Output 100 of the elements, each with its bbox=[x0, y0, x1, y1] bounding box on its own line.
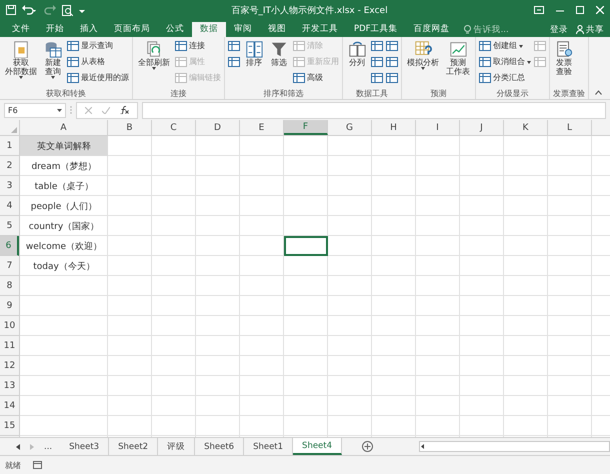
ribbon-button[interactable]: 取消组合 bbox=[479, 55, 531, 69]
table-tool-icon[interactable] bbox=[371, 57, 383, 67]
column-header[interactable]: I bbox=[416, 120, 460, 135]
row-header[interactable]: 1 bbox=[0, 136, 19, 156]
group-label: 预测 bbox=[430, 88, 448, 99]
column-header[interactable]: B bbox=[108, 120, 152, 135]
row-header[interactable]: 9 bbox=[0, 296, 19, 316]
formula-field[interactable] bbox=[142, 102, 606, 118]
row-header[interactable]: 3 bbox=[0, 176, 19, 196]
sheet-tab[interactable]: Sheet4 bbox=[293, 438, 342, 455]
column-header[interactable]: J bbox=[460, 120, 504, 135]
row-header[interactable]: 4 bbox=[0, 196, 19, 216]
table-icon bbox=[175, 73, 187, 83]
table-icon bbox=[293, 41, 305, 51]
tell-me-field[interactable]: 告诉我... bbox=[464, 22, 550, 37]
window-title: 百家号_IT小人物示例文件.xlsx - Excel bbox=[230, 4, 389, 16]
ribbon-button[interactable]: 发票 查验 bbox=[553, 39, 575, 88]
ribbon-button[interactable]: 全部刷新 bbox=[136, 39, 172, 88]
add-sheet-icon[interactable] bbox=[362, 441, 374, 452]
ribbon-button[interactable]: 筛选 bbox=[268, 39, 290, 88]
ribbon-button[interactable]: 创建组 bbox=[479, 39, 531, 53]
table-icon bbox=[67, 73, 79, 83]
table-tool-icon[interactable] bbox=[386, 41, 398, 51]
table-tool-icon[interactable] bbox=[228, 41, 240, 51]
sign-in-link[interactable]: 登录 bbox=[550, 24, 568, 36]
table-cell-text: country（国家） bbox=[28, 220, 100, 234]
ribbon-button[interactable]: 模拟分析 bbox=[405, 39, 441, 88]
table-tool-icon[interactable] bbox=[386, 73, 398, 83]
more-sheets-button[interactable]: ... bbox=[44, 442, 52, 452]
funnel-icon bbox=[270, 40, 288, 58]
table-tool-icon[interactable] bbox=[371, 73, 383, 83]
name-box[interactable]: F6 bbox=[4, 102, 66, 118]
ribbon-tab[interactable]: 插入 bbox=[72, 22, 106, 37]
ribbon-button[interactable]: 从表格 bbox=[67, 55, 129, 69]
save-icon[interactable] bbox=[6, 5, 16, 15]
ribbon-button[interactable]: 排序 bbox=[243, 39, 265, 88]
row-header[interactable]: 12 bbox=[0, 356, 19, 376]
ribbon-button[interactable]: 分类汇总 bbox=[479, 71, 531, 85]
undo-icon[interactable] bbox=[22, 5, 36, 15]
row-header[interactable]: 11 bbox=[0, 336, 19, 356]
group-label: 排序和筛选 bbox=[262, 88, 304, 99]
ribbon-tab[interactable]: 数据 bbox=[192, 22, 226, 37]
row-header[interactable]: 10 bbox=[0, 316, 19, 336]
row-header[interactable]: 8 bbox=[0, 276, 19, 296]
ribbon-button[interactable]: 新建 查询 bbox=[42, 39, 64, 88]
scroll-left-icon[interactable] bbox=[16, 444, 20, 450]
column-header[interactable]: C bbox=[152, 120, 196, 135]
row-header[interactable]: 13 bbox=[0, 376, 19, 396]
horizontal-scrollbar[interactable] bbox=[419, 441, 610, 452]
ribbon-tab[interactable]: 文件 bbox=[4, 22, 38, 37]
maximize-icon[interactable] bbox=[576, 6, 584, 14]
table-icon bbox=[479, 41, 491, 51]
ribbon-tab[interactable]: 视图 bbox=[260, 22, 294, 37]
row-header[interactable]: 15 bbox=[0, 416, 19, 436]
close-icon[interactable] bbox=[596, 6, 604, 14]
document-icon bbox=[12, 40, 30, 58]
person-icon bbox=[576, 25, 584, 34]
database-table-icon bbox=[44, 40, 62, 58]
what-if-icon bbox=[414, 40, 432, 58]
row-header[interactable]: 6 bbox=[0, 236, 19, 256]
column-header[interactable]: A bbox=[20, 120, 108, 135]
table-tool-icon[interactable] bbox=[386, 57, 398, 67]
ribbon-tab[interactable]: 百度网盘 bbox=[406, 22, 458, 37]
row-header[interactable]: 14 bbox=[0, 396, 19, 416]
ribbon-button[interactable]: 显示查询 bbox=[67, 39, 129, 53]
text-columns-icon bbox=[348, 40, 366, 58]
table-cell-text: people（人们） bbox=[30, 200, 98, 214]
column-header[interactable]: L bbox=[548, 120, 592, 135]
table-tool-icon[interactable] bbox=[228, 57, 240, 67]
column-header[interactable]: D bbox=[196, 120, 240, 135]
function-icon[interactable] bbox=[120, 106, 129, 114]
print-preview-icon[interactable] bbox=[62, 4, 73, 16]
ribbon-tab[interactable]: 审阅 bbox=[226, 22, 260, 37]
ribbon-tab[interactable]: 页面布局 bbox=[106, 22, 158, 37]
collapse-ribbon-icon[interactable] bbox=[595, 90, 602, 95]
ribbon-tab[interactable]: 开始 bbox=[38, 22, 72, 37]
ribbon-tab[interactable]: 公式 bbox=[158, 22, 192, 37]
macro-record-icon[interactable] bbox=[33, 461, 42, 469]
column-header[interactable]: K bbox=[504, 120, 548, 135]
ribbon-button[interactable]: 分列 bbox=[346, 39, 368, 88]
table-tool-icon[interactable] bbox=[371, 41, 383, 51]
sort-icon bbox=[245, 40, 263, 58]
ribbon-tab[interactable]: PDF工具集 bbox=[346, 22, 406, 37]
customize-icon[interactable] bbox=[79, 7, 85, 13]
ribbon-button[interactable]: 预测 工作表 bbox=[444, 39, 472, 88]
ribbon-display-icon[interactable] bbox=[534, 6, 544, 14]
selected-cell[interactable] bbox=[284, 236, 328, 256]
ribbon-button[interactable]: 连接 bbox=[175, 39, 221, 53]
ribbon-button[interactable]: 高级 bbox=[293, 71, 339, 85]
ribbon-tab[interactable]: 开发工具 bbox=[294, 22, 346, 37]
ribbon-button[interactable]: 获取 外部数据 bbox=[3, 39, 39, 88]
scroll-left-icon[interactable] bbox=[420, 443, 426, 450]
row-header[interactable]: 7 bbox=[0, 256, 19, 276]
row-header[interactable]: 2 bbox=[0, 156, 19, 176]
column-header[interactable]: F bbox=[284, 120, 328, 135]
column-header[interactable]: G bbox=[328, 120, 372, 135]
ribbon-button[interactable]: 最近使用的源 bbox=[67, 71, 129, 85]
column-header[interactable]: H bbox=[372, 120, 416, 135]
share-button[interactable]: 共享 bbox=[576, 24, 604, 36]
invoice-search-icon bbox=[555, 40, 573, 58]
